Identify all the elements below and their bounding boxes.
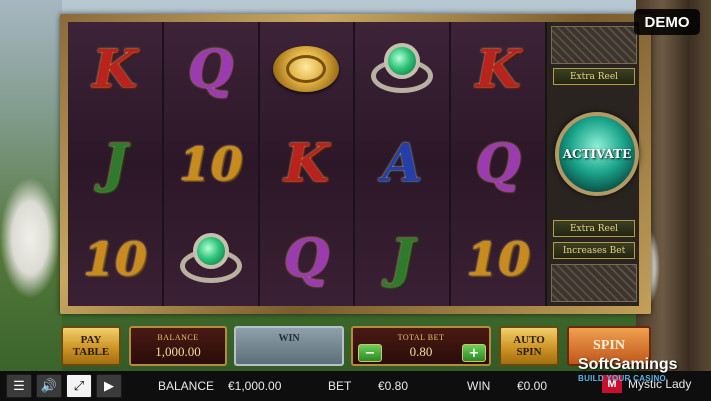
status-win-value: €0.00 (517, 379, 548, 393)
total-bet-label: TOTAL BET (397, 332, 445, 342)
bet-increase-button[interactable]: + (462, 344, 486, 362)
symbol-10: 10 (178, 136, 243, 191)
symbol-k: K (283, 133, 330, 195)
extra-reel-panel: Extra Reel ACTIVATE Extra Reel Increases… (545, 22, 639, 306)
emerald-ring-icon (171, 219, 251, 299)
win-panel: WIN (234, 326, 344, 366)
status-balance-value: €1,000.00 (228, 379, 282, 393)
watermark-tagline: BUILD YOUR CASINO (578, 374, 667, 383)
reel-5: K Q 10 (451, 22, 545, 306)
symbol-j: J (389, 228, 415, 290)
demo-badge: DEMO (634, 9, 700, 35)
symbol-10: 10 (82, 231, 147, 286)
fullscreen-icon[interactable]: ⤢ (66, 374, 92, 398)
reel-2: Q 10 (163, 22, 258, 306)
ornament-bottom (551, 264, 637, 302)
symbol-q: Q (283, 228, 330, 290)
emerald-ring-icon (362, 29, 442, 109)
reel-4: AJ (355, 22, 450, 306)
reel-3: KQ (259, 22, 354, 306)
bet-decrease-button[interactable]: − (358, 344, 382, 362)
symbol-10: 10 (466, 231, 531, 286)
extra-reel-label-top: Extra Reel (553, 68, 635, 85)
symbol-q: Q (475, 133, 521, 195)
sound-icon[interactable]: 🔊 (36, 374, 62, 398)
symbol-q: Q (188, 38, 234, 100)
total-bet-value: 0.80 (409, 343, 433, 359)
status-bet-value: €0.80 (378, 379, 409, 393)
status-win-label: WIN (467, 379, 491, 393)
extra-reel-label-bottom: Extra Reel (553, 220, 635, 237)
win-panel-label: WIN (278, 333, 300, 344)
activate-button[interactable]: ACTIVATE (555, 112, 639, 196)
reel-1: K J 10 (68, 22, 162, 306)
menu-icon[interactable]: ☰ (6, 374, 32, 398)
increases-bet-label: Increases Bet (553, 242, 635, 259)
symbol-a: A (382, 133, 423, 195)
ornament-top (551, 26, 637, 64)
symbol-k: K (92, 38, 138, 100)
balance-panel: BALANCE 1,000.00 (129, 326, 227, 366)
play-icon[interactable]: ▶ (96, 374, 122, 398)
symbol-j: J (102, 133, 128, 195)
pay-table-button[interactable]: PAY TABLE (61, 326, 121, 366)
status-balance-label: BALANCE (158, 379, 215, 393)
status-bet-label: BET (328, 379, 352, 393)
white-horse-left (0, 168, 58, 318)
symbol-k: K (475, 38, 521, 100)
balance-panel-value: 1,000.00 (155, 343, 201, 359)
reels-grid: K J 10 Q 10 K Q A J K Q 10 (68, 22, 545, 306)
balance-panel-label: BALANCE (157, 332, 199, 342)
auto-spin-button[interactable]: AUTO SPIN (499, 326, 559, 366)
watermark-brand: SoftGamings (578, 356, 678, 373)
celtic-coin-icon (266, 29, 346, 109)
